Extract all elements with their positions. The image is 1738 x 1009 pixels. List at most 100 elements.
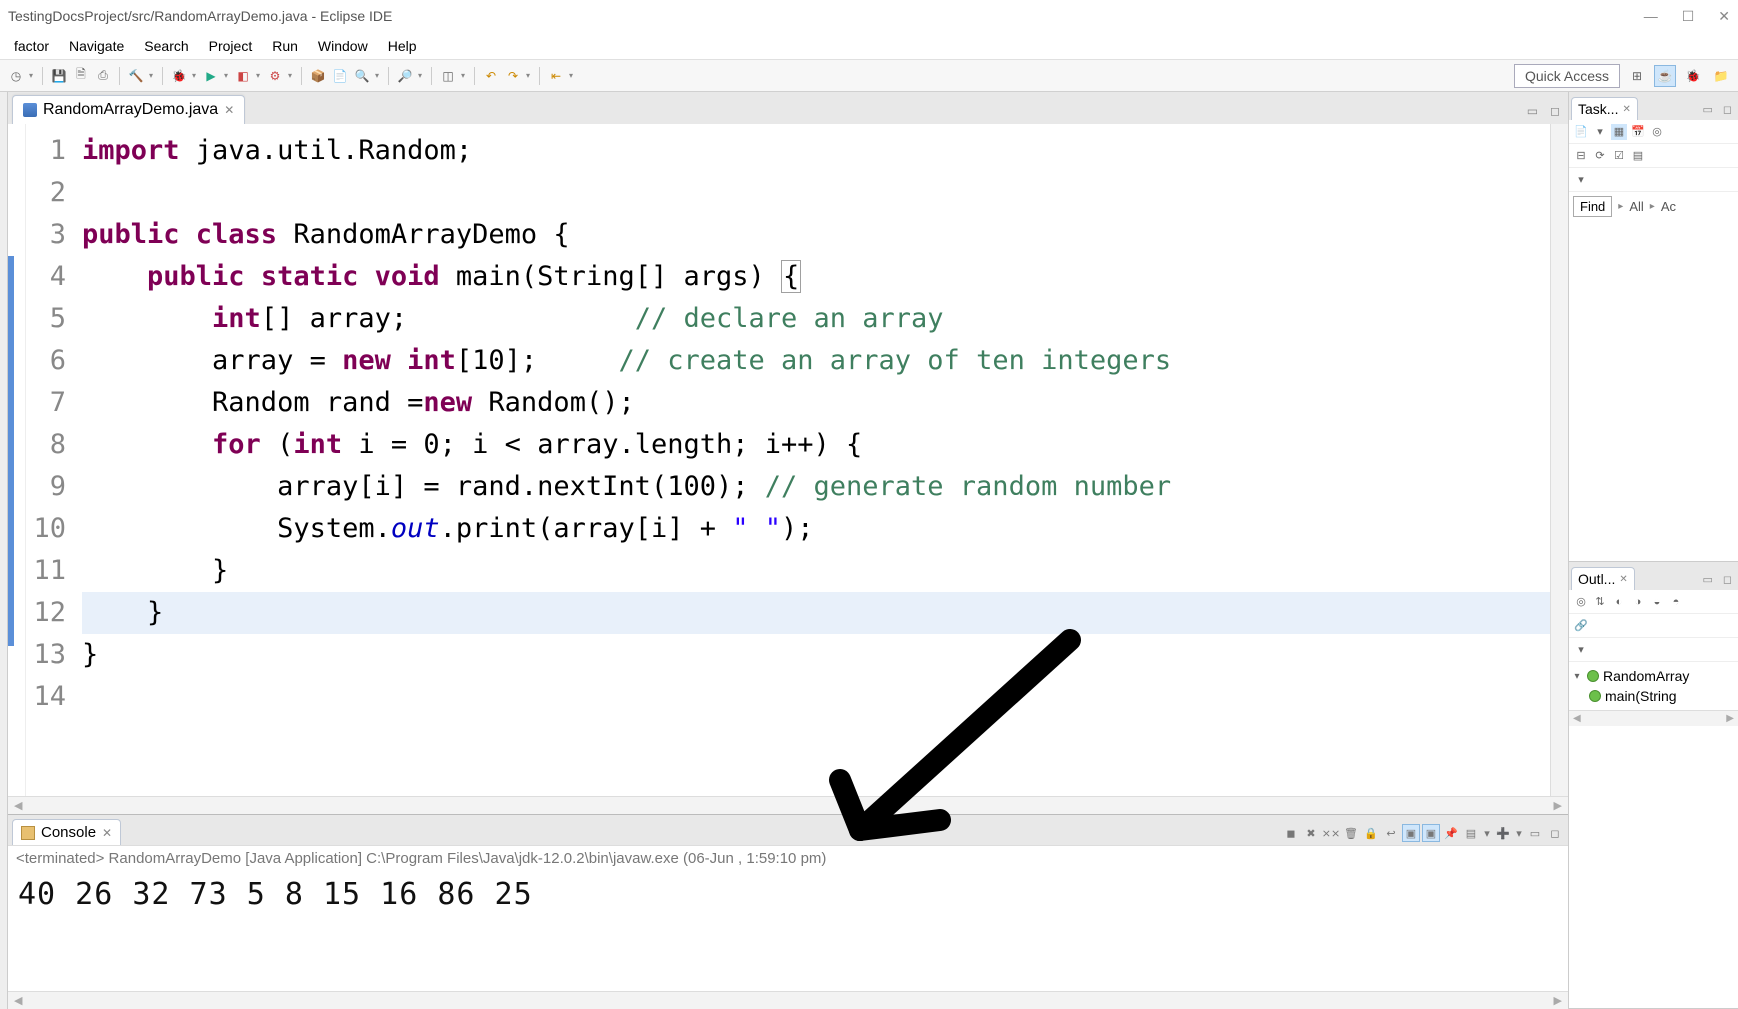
last-edit-icon[interactable]: ⇤: [546, 66, 566, 86]
minimize-view-icon[interactable]: ▭: [1526, 824, 1544, 842]
hide-local-icon[interactable]: ◓: [1668, 594, 1684, 610]
dropdown-icon[interactable]: ▾: [1592, 124, 1608, 140]
find-input[interactable]: Find: [1573, 196, 1612, 217]
code-editor[interactable]: 1234567891011121314 import java.util.Ran…: [8, 124, 1568, 796]
hide-fields-icon[interactable]: ◐: [1611, 594, 1627, 610]
dropdown-icon[interactable]: ▾: [1482, 824, 1492, 842]
synchronize-icon[interactable]: ⟳: [1592, 148, 1608, 164]
maximize-button[interactable]: ☐: [1682, 8, 1695, 25]
show-console-on-stdout-icon[interactable]: ▣: [1402, 824, 1420, 842]
code-line[interactable]: array = new int[10]; // create an array …: [82, 340, 1550, 382]
run-icon[interactable]: ▶: [201, 66, 221, 86]
code-line[interactable]: [82, 172, 1550, 214]
dropdown-icon[interactable]: ▾: [28, 71, 36, 80]
presentation-icon[interactable]: ▤: [1630, 148, 1646, 164]
expand-icon[interactable]: ▾: [1571, 671, 1583, 682]
coverage-icon[interactable]: ◧: [233, 66, 253, 86]
dropdown-icon[interactable]: ▾: [1573, 172, 1589, 188]
filter-all[interactable]: All: [1629, 199, 1643, 214]
code-line[interactable]: array[i] = rand.nextInt(100); // generat…: [82, 466, 1550, 508]
dropdown-icon[interactable]: ▾: [1514, 824, 1524, 842]
link-editor-icon[interactable]: 🔗: [1573, 618, 1589, 634]
console-horizontal-scrollbar[interactable]: ◀ ▶: [8, 991, 1568, 1009]
debug-icon[interactable]: 🐞: [169, 66, 189, 86]
dropdown-icon[interactable]: ▾: [417, 71, 425, 80]
code-line[interactable]: }: [82, 550, 1550, 592]
open-console-icon[interactable]: ➕: [1494, 824, 1512, 842]
code-line[interactable]: for (int i = 0; i < array.length; i++) {: [82, 424, 1550, 466]
ext-tools-icon[interactable]: ⚙: [265, 66, 285, 86]
dropdown-icon[interactable]: ▾: [287, 71, 295, 80]
show-console-on-stderr-icon[interactable]: ▣: [1422, 824, 1440, 842]
java-perspective-icon[interactable]: ☕: [1654, 65, 1676, 87]
close-icon[interactable]: ✕: [1619, 574, 1627, 585]
new-task-icon[interactable]: 📄: [1573, 124, 1589, 140]
scroll-right-icon[interactable]: ▶: [1722, 713, 1738, 724]
editor-vertical-scrollbar[interactable]: [1550, 124, 1568, 796]
filter-activate[interactable]: Ac: [1661, 199, 1676, 214]
collapse-all-icon[interactable]: ⊟: [1573, 148, 1589, 164]
close-icon[interactable]: ✕: [224, 103, 234, 117]
new-icon[interactable]: ◷: [6, 66, 26, 86]
code-line[interactable]: import java.util.Random;: [82, 130, 1550, 172]
resource-perspective-icon[interactable]: 📁: [1710, 65, 1732, 87]
sort-icon[interactable]: ⇅: [1592, 594, 1608, 610]
close-button[interactable]: ✕: [1718, 8, 1730, 25]
menu-project[interactable]: Project: [199, 34, 263, 58]
focus-icon[interactable]: ◎: [1649, 124, 1665, 140]
menu-run[interactable]: Run: [262, 34, 308, 58]
new-class-icon[interactable]: 📄: [330, 66, 350, 86]
code-line[interactable]: System.out.print(array[i] + " ");: [82, 508, 1550, 550]
hide-completed-icon[interactable]: ☑: [1611, 148, 1627, 164]
maximize-view-icon[interactable]: ◻: [1546, 824, 1564, 842]
dropdown-icon[interactable]: ▾: [525, 71, 533, 80]
code-line[interactable]: public static void main(String[] args) {: [82, 256, 1550, 298]
console-tab[interactable]: Console ✕: [12, 819, 121, 845]
display-selected-console-icon[interactable]: ▤: [1462, 824, 1480, 842]
dropdown-icon[interactable]: ▾: [374, 71, 382, 80]
debug-perspective-icon[interactable]: 🐞: [1682, 65, 1704, 87]
search-icon[interactable]: 🔎: [395, 66, 415, 86]
scroll-left-icon[interactable]: ◀: [8, 994, 28, 1007]
tasklist-tab[interactable]: Task... ✕: [1571, 97, 1638, 120]
save-icon[interactable]: 💾: [49, 66, 69, 86]
word-wrap-icon[interactable]: ↩: [1382, 824, 1400, 842]
scroll-right-icon[interactable]: ▶: [1548, 799, 1568, 812]
print-icon[interactable]: ⎙: [93, 66, 113, 86]
outline-tab[interactable]: Outl... ✕: [1571, 567, 1635, 590]
maximize-view-icon[interactable]: ◻: [1719, 571, 1736, 588]
terminate-icon[interactable]: ◼: [1282, 824, 1300, 842]
open-perspective-icon[interactable]: ⊞: [1626, 65, 1648, 87]
dropdown-icon[interactable]: ▾: [1573, 642, 1589, 658]
pin-console-icon[interactable]: 📌: [1442, 824, 1460, 842]
menu-help[interactable]: Help: [378, 34, 427, 58]
code-line[interactable]: [82, 676, 1550, 718]
remove-all-icon[interactable]: ⨯⨯: [1322, 824, 1340, 842]
code-line[interactable]: public class RandomArrayDemo {: [82, 214, 1550, 256]
menu-search[interactable]: Search: [134, 34, 198, 58]
code-line[interactable]: Random rand =new Random();: [82, 382, 1550, 424]
hide-nonpublic-icon[interactable]: ◒: [1649, 594, 1665, 610]
menu-window[interactable]: Window: [308, 34, 378, 58]
editor-tab-active[interactable]: RandomArrayDemo.java ✕: [12, 95, 245, 124]
dropdown-icon[interactable]: ▾: [568, 71, 576, 80]
minimize-view-icon[interactable]: ▭: [1698, 101, 1716, 118]
dropdown-icon[interactable]: ▾: [223, 71, 231, 80]
save-all-icon[interactable]: 🗎: [71, 66, 91, 86]
outline-method-item[interactable]: main(String: [1571, 686, 1736, 706]
back-icon[interactable]: ↶: [481, 66, 501, 86]
categorize-icon[interactable]: ▦: [1611, 124, 1627, 140]
forward-icon[interactable]: ↷: [503, 66, 523, 86]
minimize-view-icon[interactable]: ▭: [1523, 102, 1542, 120]
scroll-right-icon[interactable]: ▶: [1548, 994, 1568, 1007]
code-body[interactable]: import java.util.Random; public class Ra…: [74, 124, 1550, 796]
code-line[interactable]: }: [82, 634, 1550, 676]
menu-refactor[interactable]: factor: [4, 34, 59, 58]
clear-console-icon[interactable]: 🗑: [1342, 824, 1360, 842]
quick-access[interactable]: Quick Access: [1514, 64, 1620, 88]
remove-launch-icon[interactable]: ✖: [1302, 824, 1320, 842]
dropdown-icon[interactable]: ▾: [191, 71, 199, 80]
scroll-left-icon[interactable]: ◀: [1569, 713, 1585, 724]
dropdown-icon[interactable]: ▾: [148, 71, 156, 80]
editor-horizontal-scrollbar[interactable]: ◀ ▶: [8, 796, 1568, 814]
